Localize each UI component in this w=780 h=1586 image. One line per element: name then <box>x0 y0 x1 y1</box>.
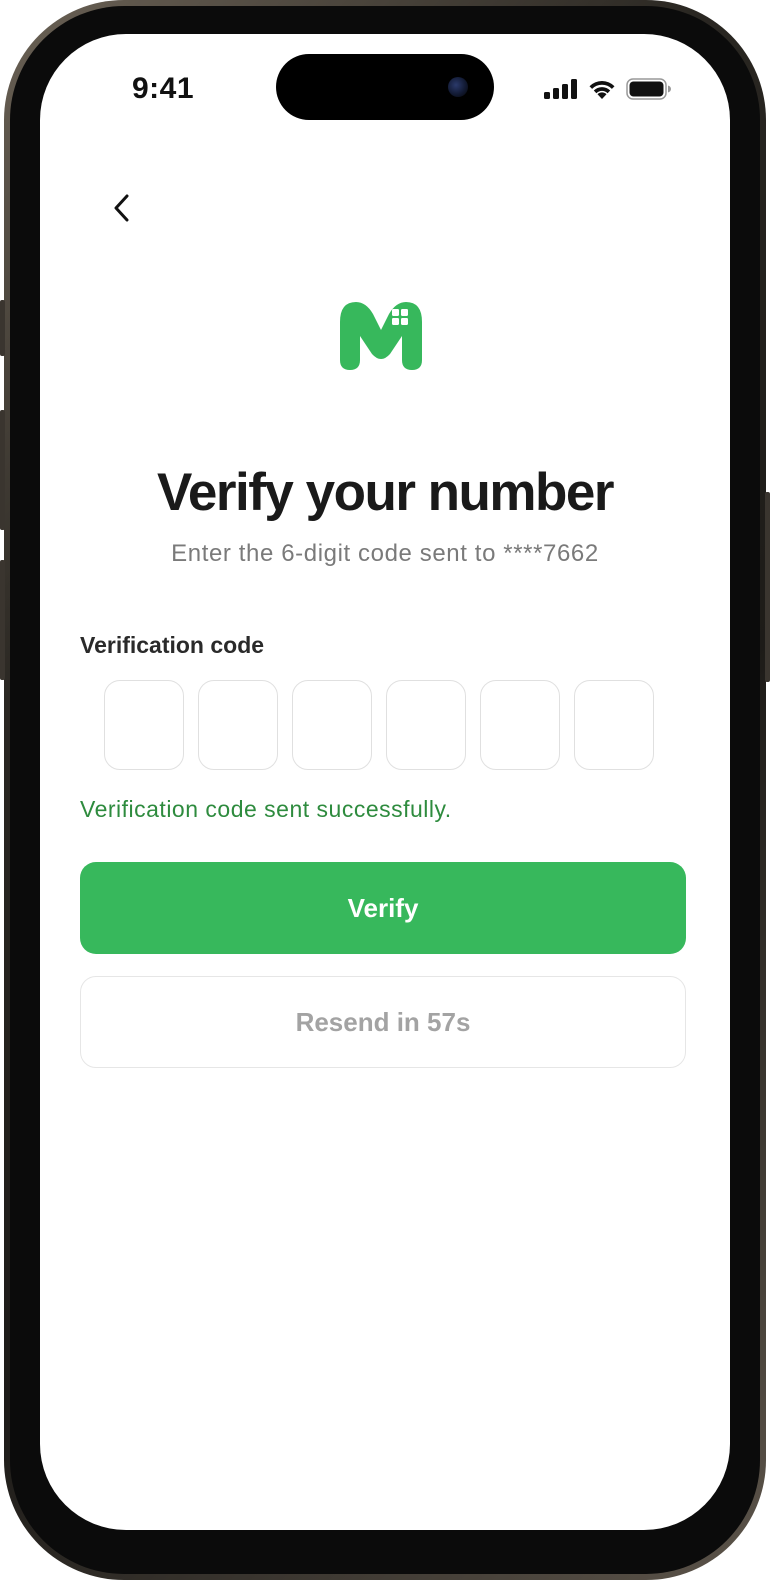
action-button <box>0 300 5 356</box>
resend-button[interactable]: Resend in 57s <box>80 976 686 1068</box>
otp-digit-3[interactable] <box>292 680 372 770</box>
cellular-signal-icon <box>544 79 577 99</box>
verification-code-label: Verification code <box>80 632 265 658</box>
back-button[interactable] <box>104 190 140 226</box>
app-screen: 9:41 Verify your number Enter the 6-digi… <box>40 34 730 1530</box>
wifi-icon <box>589 80 615 99</box>
volume-down-button <box>0 560 5 680</box>
status-time: 9:41 <box>132 72 195 105</box>
status-icons <box>544 78 672 100</box>
camera-icon <box>448 77 468 97</box>
page-subtitle: Enter the 6-digit code sent to ****7662 <box>171 540 599 567</box>
success-message: Verification code sent successfully. <box>80 796 452 822</box>
chevron-left-icon <box>114 194 129 222</box>
battery-icon <box>626 78 671 100</box>
page-title: Verify your number <box>156 463 615 522</box>
otp-input-group <box>104 680 654 770</box>
otp-digit-6[interactable] <box>574 680 654 770</box>
otp-digit-1[interactable] <box>104 680 184 770</box>
power-button <box>765 492 770 682</box>
m-house-logo <box>340 302 422 370</box>
otp-digit-2[interactable] <box>198 680 278 770</box>
volume-up-button <box>0 410 5 530</box>
otp-digit-5[interactable] <box>480 680 560 770</box>
otp-digit-4[interactable] <box>386 680 466 770</box>
verify-button[interactable]: Verify <box>80 862 686 954</box>
dynamic-island <box>276 54 494 120</box>
